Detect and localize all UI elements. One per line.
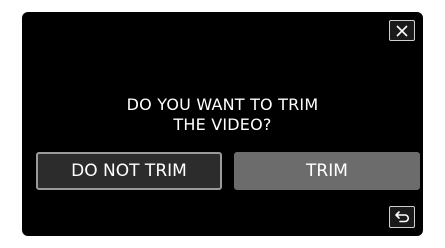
return-arrow-icon [394,210,410,224]
do-not-trim-button[interactable]: DO NOT TRIM [36,152,222,190]
camera-screen: DO YOU WANT TO TRIM THE VIDEO? DO NOT TR… [22,12,423,236]
close-button[interactable] [389,20,415,41]
close-icon [396,24,408,37]
do-not-trim-label: DO NOT TRIM [71,161,187,181]
page: DO YOU WANT TO TRIM THE VIDEO? DO NOT TR… [0,0,445,248]
dialog-message: DO YOU WANT TO TRIM THE VIDEO? [22,95,423,135]
trim-label: TRIM [306,161,348,181]
back-button[interactable] [389,206,415,228]
message-line-1: DO YOU WANT TO TRIM [126,95,319,114]
trim-button[interactable]: TRIM [234,152,420,190]
message-line-2: THE VIDEO? [173,115,272,134]
